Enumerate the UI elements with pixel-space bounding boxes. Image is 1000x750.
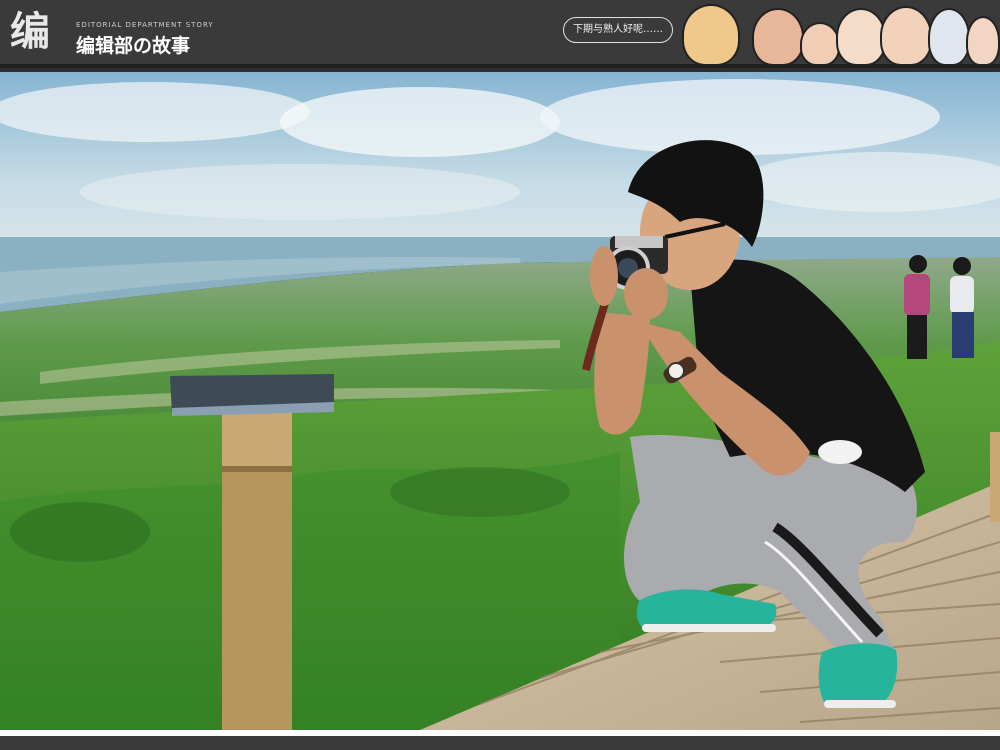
- cartoon-face-icon: [836, 8, 886, 66]
- site-header: 编 EDITORIAL DEPARTMENT STORY 编辑部の故事 下期与熟…: [0, 0, 1000, 68]
- logo-subtitle: EDITORIAL DEPARTMENT STORY: [76, 21, 214, 29]
- logo-mark[interactable]: 编: [10, 6, 70, 58]
- cartoon-face-icon: [800, 22, 840, 66]
- cartoon-face-icon: [752, 8, 804, 66]
- cartoon-face-icon: [928, 8, 970, 66]
- site-footer: [0, 730, 1000, 750]
- logo-title[interactable]: 编辑部の故事: [76, 31, 190, 58]
- cartoon-face-icon: [880, 6, 932, 66]
- speech-bubble: 下期与熟人好呢……: [563, 17, 673, 43]
- cartoon-face-icon: [966, 16, 1000, 66]
- photo-illustration: [0, 72, 1000, 730]
- cartoon-face-icon: [682, 4, 740, 66]
- cartoon-avatars: [680, 0, 1000, 66]
- scene-photo: [0, 72, 1000, 730]
